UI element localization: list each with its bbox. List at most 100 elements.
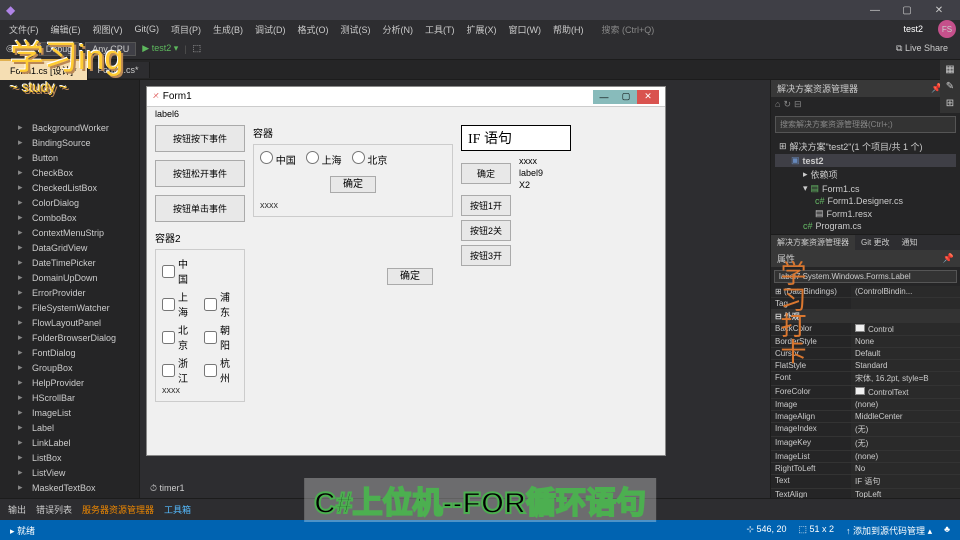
vtool-icon[interactable]: ▦ [945, 64, 954, 75]
menu-debug[interactable]: 调试(D) [250, 21, 291, 38]
toolbox-item[interactable]: ▸CheckBox [0, 165, 139, 180]
toolbox-item[interactable]: ▸BackgroundWorker [0, 120, 139, 135]
tab-services[interactable]: 服务器资源管理器 [82, 503, 154, 516]
nav-back-icon[interactable]: ◎ [6, 43, 14, 54]
radio-beijing[interactable]: 北京 [352, 151, 388, 167]
menu-extensions[interactable]: 扩展(X) [462, 21, 502, 38]
check-pudong[interactable]: 浦东 [204, 289, 238, 319]
confirm-button[interactable]: 确定 [330, 176, 376, 193]
toolbox-item[interactable]: ▸LinkLabel [0, 435, 139, 450]
btn-mouseup[interactable]: 按钮松开事件 [155, 160, 245, 187]
toolbox-item[interactable]: ▸Label [0, 420, 139, 435]
toolbox-item[interactable]: ▸DataGridView [0, 240, 139, 255]
maximize-icon[interactable]: ▢ [892, 1, 922, 19]
btn1-on[interactable]: 按钮1开 [461, 195, 511, 216]
menu-project[interactable]: 项目(P) [166, 21, 206, 38]
props-row[interactable]: ImageAlignMiddleCenter [771, 411, 960, 423]
toolbox-item[interactable]: ▸MaskedTextBox [0, 480, 139, 495]
btn-click[interactable]: 按钮单击事件 [155, 195, 245, 222]
toolbox-item[interactable]: ▸ContextMenuStrip [0, 225, 139, 240]
menu-file[interactable]: 文件(F) [4, 21, 44, 38]
menu-git[interactable]: Git(G) [130, 22, 165, 36]
props-row[interactable]: ImageIndex(无) [771, 423, 960, 437]
toolbox-item[interactable]: ▸FolderBrowserDialog [0, 330, 139, 345]
toolbox-item[interactable]: ▸FlowLayoutPanel [0, 315, 139, 330]
tab-errors[interactable]: 错误列表 [36, 503, 72, 516]
props-row[interactable]: Image(none) [771, 399, 960, 411]
menu-window[interactable]: 窗口(W) [504, 21, 547, 38]
radio-shanghai[interactable]: 上海 [306, 151, 342, 167]
toolbox-item[interactable]: ▸Button [0, 150, 139, 165]
btn-mousedown[interactable]: 按钮按下事件 [155, 125, 245, 152]
status-source[interactable]: ↑ 添加到源代码管理 ▴ [846, 524, 932, 537]
radio-china[interactable]: 中国 [260, 151, 296, 167]
vtool-icon[interactable]: ✎ [946, 81, 954, 92]
refresh-icon[interactable]: ↻ [783, 99, 791, 110]
menu-view[interactable]: 视图(V) [88, 21, 128, 38]
solution-tree[interactable]: ⊞解决方案"test2"(1 个项目/共 1 个) ▣test2 ▸依赖项 ▾▤… [771, 137, 960, 234]
tab-notif[interactable]: 通知 [895, 235, 923, 250]
program-file[interactable]: c#Program.cs [775, 220, 956, 232]
menu-format[interactable]: 格式(O) [293, 21, 334, 38]
toolbox-item[interactable]: ▸CheckedListBox [0, 180, 139, 195]
props-row[interactable]: RightToLeftNo [771, 463, 960, 475]
status-bell-icon[interactable]: ♣ [944, 524, 950, 537]
props-pin-icon[interactable]: 📌 [943, 253, 954, 264]
toolbox-item[interactable]: ▸GroupBox [0, 360, 139, 375]
props-row[interactable]: ForeColorControlText [771, 386, 960, 399]
tab-output[interactable]: 输出 [8, 503, 26, 516]
collapse-icon[interactable]: ⊟ [794, 99, 802, 110]
menu-build[interactable]: 生成(B) [208, 21, 248, 38]
check-china2[interactable]: 中国 [162, 256, 196, 286]
designer-file[interactable]: c#Form1.Designer.cs [775, 195, 956, 207]
menu-tools[interactable]: 工具(T) [420, 21, 460, 38]
tab-solution[interactable]: 解决方案资源管理器 [771, 235, 855, 250]
props-row[interactable]: TextIF 语句 [771, 475, 960, 489]
menu-analyze[interactable]: 分析(N) [378, 21, 419, 38]
props-row[interactable]: Font宋体, 16.2pt, style=B [771, 372, 960, 386]
designer-surface[interactable]: 🞨 Form1 — ▢ ✕ label6 按钮按下事件 按钮松开事件 按钮单击事… [140, 80, 770, 498]
solution-root[interactable]: ⊞解决方案"test2"(1 个项目/共 1 个) [775, 139, 956, 154]
tab-form-cs[interactable]: Form1.cs* [88, 62, 150, 78]
form1-window[interactable]: 🞨 Form1 — ▢ ✕ label6 按钮按下事件 按钮松开事件 按钮单击事… [146, 86, 666, 456]
check-hangzhou[interactable]: 杭州 [204, 355, 238, 385]
btn2-off[interactable]: 按钮2关 [461, 220, 511, 241]
toolbox-item[interactable]: ▸ListBox [0, 450, 139, 465]
check-beijing[interactable]: 北京 [162, 322, 196, 352]
tab-form-design[interactable]: Form1.cs [设计]* [0, 59, 88, 80]
solution-search[interactable]: 搜索解决方案资源管理器(Ctrl+;) [775, 116, 956, 133]
vtool-icon[interactable]: ⊞ [946, 98, 954, 109]
tab-toolbox[interactable]: 工具箱 [164, 503, 191, 516]
deps-node[interactable]: ▸依赖项 [775, 167, 956, 182]
user-avatar[interactable]: FS [938, 20, 956, 38]
btn-confirm-r[interactable]: 确定 [461, 163, 511, 184]
toolbox-item[interactable]: ▸ComboBox [0, 210, 139, 225]
toolbox-item[interactable]: ▸ListView [0, 465, 139, 480]
props-row[interactable]: TextAlignTopLeft [771, 489, 960, 498]
menu-help[interactable]: 帮助(H) [548, 21, 589, 38]
tab-git[interactable]: Git 更改 [855, 235, 895, 250]
toolbox-item[interactable]: ▸ErrorProvider [0, 285, 139, 300]
check-zhejiang[interactable]: 浙江 [162, 355, 196, 385]
form-node[interactable]: ▾▤Form1.cs [775, 182, 956, 195]
search-box[interactable]: 搜索 (Ctrl+Q) [597, 21, 660, 38]
toolbox-item[interactable]: ▸HelpProvider [0, 375, 139, 390]
toolbox-item[interactable]: ▸DateTimePicker [0, 255, 139, 270]
toolbox-item[interactable]: ▸HScrollBar [0, 390, 139, 405]
toolbox-item[interactable]: ▸FontDialog [0, 345, 139, 360]
toolbox-item[interactable]: ▸DomainUpDown [0, 270, 139, 285]
toolbox-item[interactable]: ▸FileSystemWatcher [0, 300, 139, 315]
menu-edit[interactable]: 编辑(E) [46, 21, 86, 38]
menu-test[interactable]: 测试(S) [336, 21, 376, 38]
run-button[interactable]: ▶ test2 ▾ [142, 43, 178, 54]
close-icon[interactable]: ✕ [924, 1, 954, 19]
project-node[interactable]: ▣test2 [775, 154, 956, 167]
confirm-button-2[interactable]: 确定 [387, 268, 433, 285]
props-row[interactable]: ImageKey(无) [771, 437, 960, 451]
config-select[interactable]: Debug [39, 42, 80, 56]
toolbar-icon[interactable]: ⬚ [193, 43, 202, 54]
toolbox-item[interactable]: ▸ColorDialog [0, 195, 139, 210]
platform-select[interactable]: Any CPU [85, 42, 136, 56]
btn3-on[interactable]: 按钮3开 [461, 245, 511, 266]
home-icon[interactable]: ⌂ [775, 99, 780, 110]
